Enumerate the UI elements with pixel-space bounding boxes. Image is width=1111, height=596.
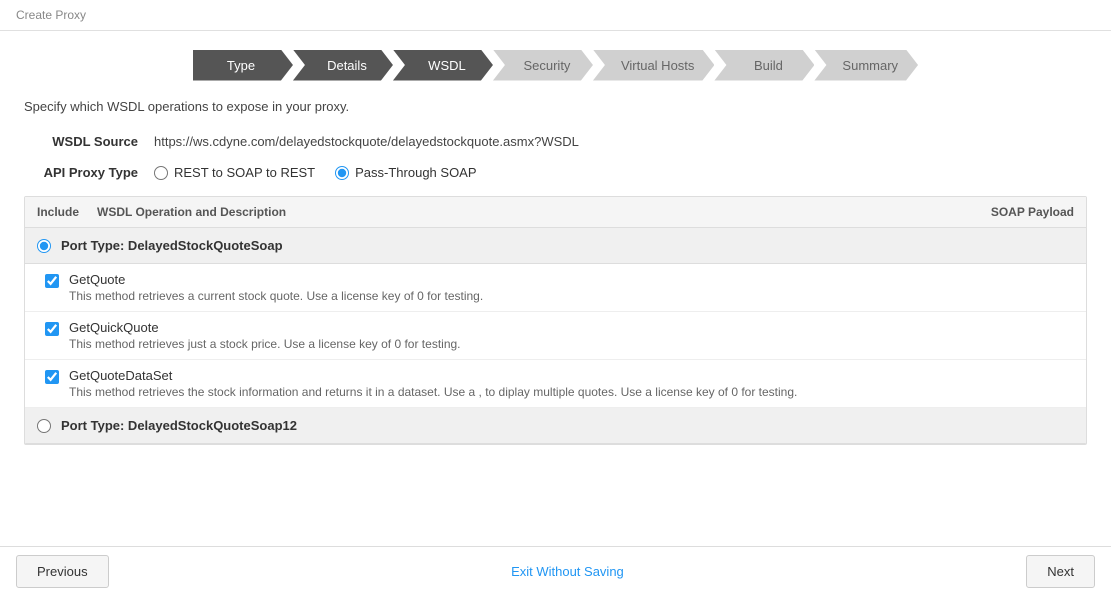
step-virtual-hosts[interactable]: Virtual Hosts bbox=[593, 47, 714, 83]
api-proxy-type-row: API Proxy Type REST to SOAP to REST Pass… bbox=[24, 165, 1087, 180]
op2-checkbox-container[interactable] bbox=[45, 322, 59, 339]
step-wsdl-label: WSDL bbox=[393, 50, 493, 81]
group-row-2[interactable]: Port Type: DelayedStockQuoteSoap12 bbox=[25, 408, 1086, 444]
step-build-label: Build bbox=[714, 50, 814, 81]
step-virtual-hosts-label: Virtual Hosts bbox=[593, 50, 714, 81]
group1-label: Port Type: DelayedStockQuoteSoap bbox=[61, 238, 283, 253]
group2-label: Port Type: DelayedStockQuoteSoap12 bbox=[61, 418, 297, 433]
table-body: Port Type: DelayedStockQuoteSoap GetQuot… bbox=[25, 228, 1086, 444]
previous-button[interactable]: Previous bbox=[16, 555, 109, 588]
option-rest-soap[interactable]: REST to SOAP to REST bbox=[154, 165, 315, 180]
radio-passthrough[interactable] bbox=[335, 166, 349, 180]
op1-name: GetQuote bbox=[69, 272, 483, 287]
op1-desc: This method retrieves a current stock qu… bbox=[69, 289, 483, 303]
group-row-1[interactable]: Port Type: DelayedStockQuoteSoap bbox=[25, 228, 1086, 264]
op1-checkbox-container[interactable] bbox=[45, 274, 59, 291]
step-type[interactable]: Type bbox=[193, 47, 293, 83]
page-description: Specify which WSDL operations to expose … bbox=[24, 99, 1087, 114]
op3-checkbox-container[interactable] bbox=[45, 370, 59, 387]
radio-rest-soap-label: REST to SOAP to REST bbox=[174, 165, 315, 180]
page-title: Create Proxy bbox=[16, 8, 86, 22]
radio-passthrough-label: Pass-Through SOAP bbox=[355, 165, 476, 180]
op3-checkbox[interactable] bbox=[45, 370, 59, 384]
option-passthrough[interactable]: Pass-Through SOAP bbox=[335, 165, 476, 180]
col-operation-header: WSDL Operation and Description bbox=[97, 205, 964, 219]
op2-name: GetQuickQuote bbox=[69, 320, 461, 335]
radio-rest-soap[interactable] bbox=[154, 166, 168, 180]
step-summary-label: Summary bbox=[814, 50, 918, 81]
step-security-label: Security bbox=[493, 50, 593, 81]
op2-details: GetQuickQuote This method retrieves just… bbox=[69, 320, 461, 351]
wsdl-source-label: WSDL Source bbox=[24, 134, 154, 149]
table-header: Include WSDL Operation and Description S… bbox=[25, 197, 1086, 228]
step-build[interactable]: Build bbox=[714, 47, 814, 83]
operation-row-1: GetQuote This method retrieves a current… bbox=[25, 264, 1086, 312]
operation-row-3: GetQuoteDataSet This method retrieves th… bbox=[25, 360, 1086, 408]
api-proxy-type-label: API Proxy Type bbox=[24, 165, 154, 180]
op1-checkbox[interactable] bbox=[45, 274, 59, 288]
col-payload-header: SOAP Payload bbox=[964, 205, 1074, 219]
wsdl-source-row: WSDL Source https://ws.cdyne.com/delayed… bbox=[24, 134, 1087, 149]
op3-desc: This method retrieves the stock informat… bbox=[69, 385, 797, 399]
op3-details: GetQuoteDataSet This method retrieves th… bbox=[69, 368, 797, 399]
group1-radio[interactable] bbox=[37, 239, 51, 253]
step-details[interactable]: Details bbox=[293, 47, 393, 83]
operations-table: Include WSDL Operation and Description S… bbox=[24, 196, 1087, 445]
wsdl-source-value: https://ws.cdyne.com/delayedstockquote/d… bbox=[154, 134, 579, 149]
step-wsdl[interactable]: WSDL bbox=[393, 47, 493, 83]
col-include-header: Include bbox=[37, 205, 97, 219]
exit-without-saving-link[interactable]: Exit Without Saving bbox=[511, 564, 624, 579]
step-security[interactable]: Security bbox=[493, 47, 593, 83]
step-details-label: Details bbox=[293, 50, 393, 81]
group2-radio[interactable] bbox=[37, 419, 51, 433]
op2-desc: This method retrieves just a stock price… bbox=[69, 337, 461, 351]
step-summary[interactable]: Summary bbox=[814, 47, 918, 83]
step-type-label: Type bbox=[193, 50, 293, 81]
op3-name: GetQuoteDataSet bbox=[69, 368, 797, 383]
op2-checkbox[interactable] bbox=[45, 322, 59, 336]
main-content: Specify which WSDL operations to expose … bbox=[0, 99, 1111, 445]
api-proxy-type-options: REST to SOAP to REST Pass-Through SOAP bbox=[154, 165, 477, 180]
page-header: Create Proxy bbox=[0, 0, 1111, 31]
operation-row-2: GetQuickQuote This method retrieves just… bbox=[25, 312, 1086, 360]
wizard-steps: Type Details WSDL Security Virtual Hosts… bbox=[0, 31, 1111, 99]
footer: Previous Exit Without Saving Next bbox=[0, 546, 1111, 596]
next-button[interactable]: Next bbox=[1026, 555, 1095, 588]
op1-details: GetQuote This method retrieves a current… bbox=[69, 272, 483, 303]
